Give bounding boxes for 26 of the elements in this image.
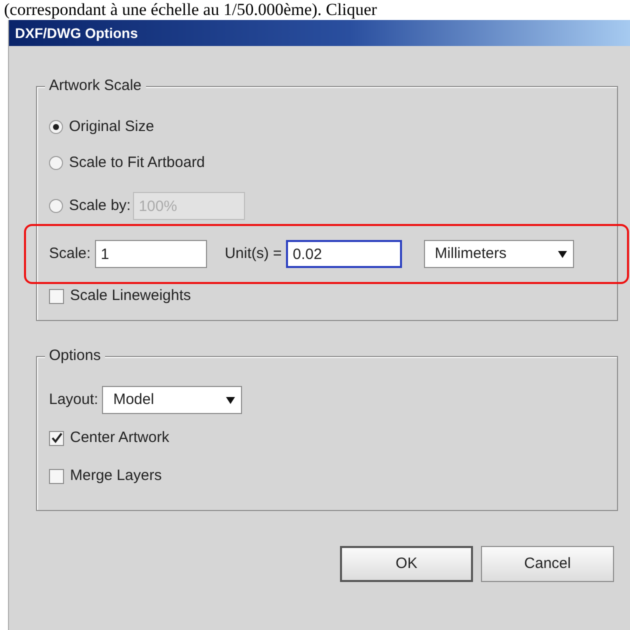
scale-field[interactable]: 1 [94, 240, 207, 268]
group-title: Options [45, 347, 105, 365]
unit-label: Unit(s) = [224, 244, 282, 264]
dropdown-arrow-icon [226, 396, 236, 404]
radio-label[interactable]: Scale by: [69, 194, 131, 218]
checkbox-label[interactable]: Center Artwork [70, 426, 170, 450]
checkbox-label[interactable]: Merge Layers [70, 464, 162, 488]
dialog-button[interactable]: OK [340, 546, 473, 582]
layout-label: Layout: [49, 390, 98, 410]
checkbox[interactable] [49, 468, 64, 484]
checkbox-label[interactable]: Scale Lineweights [70, 284, 191, 308]
radio-label[interactable]: Original Size [69, 116, 154, 138]
dropdown-arrow-icon [558, 250, 567, 258]
units-dropdown[interactable]: Millimeters [424, 240, 574, 268]
checkbox[interactable] [49, 430, 64, 446]
unit-field[interactable]: 0.02 [286, 240, 402, 268]
checkbox[interactable] [49, 288, 64, 304]
radio-button[interactable] [49, 120, 63, 134]
dialog-button[interactable]: Cancel [481, 546, 614, 582]
window-title: DXF/DWG Options [9, 20, 630, 46]
layout-dropdown[interactable]: Model [102, 386, 242, 414]
radio-button[interactable] [49, 199, 63, 213]
caption-text: (correspondant à une échelle au 1/50.000ème). Cliquer [4, 0, 377, 20]
radio-label[interactable]: Scale to Fit Artboard [69, 152, 205, 174]
radio-button[interactable] [49, 156, 63, 170]
scale-label: Scale: [49, 244, 91, 264]
